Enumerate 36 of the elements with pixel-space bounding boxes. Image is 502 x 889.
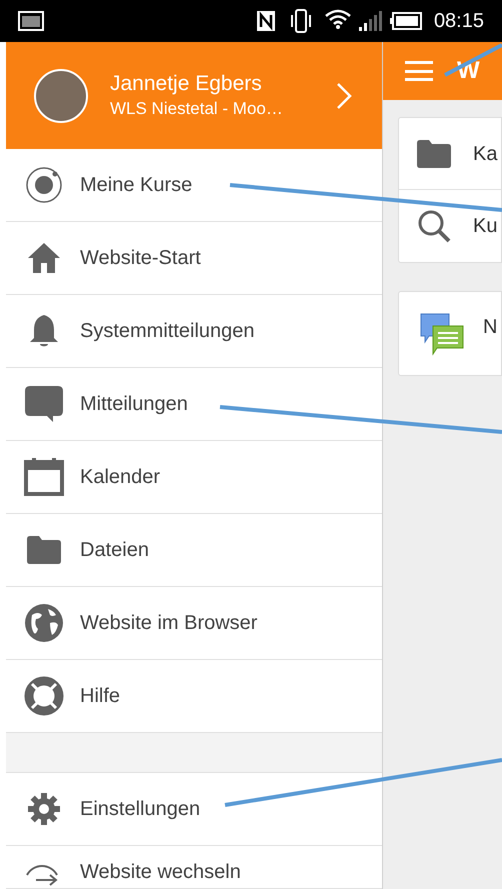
globe-icon xyxy=(24,603,64,643)
menu-item[interactable]: Systemmitteilungen xyxy=(6,295,382,368)
menu-item[interactable]: Kalender xyxy=(6,441,382,514)
chevron-right-icon xyxy=(336,82,352,110)
user-name: Jannetje Egbers xyxy=(110,70,263,96)
home-icon xyxy=(27,241,61,275)
menu-item[interactable]: Website wechseln xyxy=(6,846,382,889)
nfc-icon xyxy=(256,10,276,32)
menu-item[interactable]: Dateien xyxy=(6,514,382,587)
speech-bubble-icon xyxy=(25,386,63,422)
signal-icon xyxy=(358,10,382,32)
clock: 08:15 xyxy=(434,9,484,34)
bell-icon xyxy=(28,314,60,348)
folder-icon xyxy=(27,536,61,564)
menu-item[interactable]: Einstellungen xyxy=(6,773,382,846)
card-row[interactable]: Ku xyxy=(399,190,501,262)
card-title: N xyxy=(483,314,498,340)
chat-bubbles-icon xyxy=(419,312,465,356)
avatar xyxy=(34,68,88,122)
folder-icon xyxy=(417,140,451,168)
battery-icon xyxy=(390,12,422,30)
calendar-icon xyxy=(24,458,64,496)
card-row[interactable]: Ka xyxy=(399,118,501,190)
notes-card[interactable]: N xyxy=(398,291,502,376)
menu-item[interactable]: Meine Kurse xyxy=(6,149,382,222)
settings-icon xyxy=(27,792,61,826)
target-icon xyxy=(25,166,63,204)
menu-item[interactable]: Website im Browser xyxy=(6,587,382,660)
menu-item[interactable]: Mitteilungen xyxy=(6,368,382,441)
search-icon xyxy=(417,209,451,243)
lifebuoy-icon xyxy=(24,676,64,716)
site-name: WLS Niestetal - Moo… xyxy=(110,98,284,120)
menu-button[interactable] xyxy=(405,59,435,83)
annotation-line xyxy=(444,43,502,77)
image-icon xyxy=(18,11,44,31)
menu-item[interactable]: Website-Start xyxy=(6,222,382,295)
